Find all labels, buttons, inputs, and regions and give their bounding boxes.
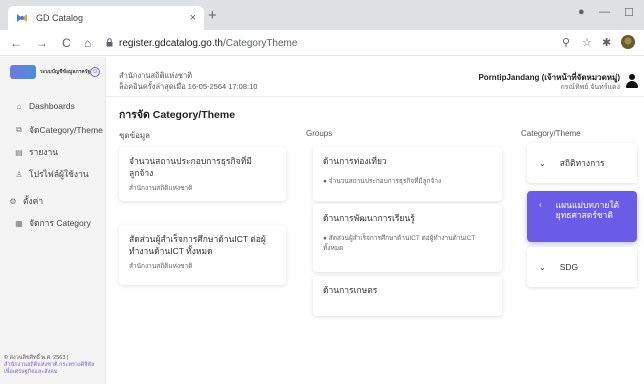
site-favicon-icon (16, 12, 28, 24)
column-header-groups: Groups (306, 129, 333, 138)
last-login: ล็อคอินครั้งล่าสุดเมื่อ 16-05-2564 17:08… (119, 82, 258, 91)
url-path: /CategoryTheme (222, 37, 298, 49)
user-info[interactable]: PorntipJandang (เจ้าหน้าที่จัดหมวดหมู่) … (478, 73, 620, 93)
app-logo: ระบบบัญชีข้อมูลภาครัฐ ⊙ (10, 65, 100, 79)
url-field[interactable]: register.gdcatalog.go.th/CategoryTheme (106, 34, 526, 52)
sidebar-section-settings[interactable]: ⚙ ตั้งค่า (8, 194, 43, 208)
column-header-categories: Category/Theme (521, 129, 581, 138)
org-name: สำนักงานสถิติแห่งชาติ (119, 71, 193, 80)
home-button[interactable]: ⌂ (84, 36, 91, 50)
group-title: ด้านการเกษตร (323, 285, 378, 295)
sidebar-item-label: Dashboards (29, 101, 75, 111)
chevron-left-icon: ‹ (539, 200, 542, 209)
group-item: ● สัดส่วนผู้สำเร็จการศึกษาด้านICT ต่อผู้… (323, 235, 476, 252)
lock-icon (106, 37, 113, 49)
group-title: ด้านการพัฒนาการเรียนรู้ (323, 213, 415, 223)
category-card-sdg[interactable]: ⌄ SDG (527, 247, 637, 287)
tab-close-icon[interactable]: × (190, 12, 196, 24)
sidebar-item-report[interactable]: ▤ รายงาน (14, 145, 58, 159)
page-title: การจัด Category/Theme (119, 109, 236, 121)
report-icon: ▤ (15, 147, 23, 157)
minimize-button[interactable]: — (599, 6, 610, 18)
category-card-official-stats[interactable]: ⌄ สถิติทางการ (527, 143, 637, 183)
chevron-down-icon: ⌄ (539, 158, 546, 168)
sidebar-item-label: จัดการ Category (29, 218, 91, 228)
sidebar-item-category-theme[interactable]: ⧉ จัดCategory/Theme (14, 123, 103, 137)
footer-copyright: © สงวนลิขสิทธิ์ พ.ศ. 2563 | (4, 355, 69, 361)
home-icon: ⌂ (16, 101, 22, 111)
tab-title: GD Catalog (36, 13, 84, 23)
dataset-title: สัดส่วนผู้สำเร็จการศึกษาด้านICT ต่อผู้ทำ… (129, 234, 266, 256)
top-bar: สำนักงานสถิติแห่งชาติ ล็อคอินครั้งล่าสุด… (106, 57, 644, 97)
category-card-national-strategy[interactable]: ‹ แผนแม่บทภายใต้ยุทธศาสตร์ชาติ (527, 191, 637, 242)
main-content: สำนักงานสถิติแห่งชาติ ล็อคอินครั้งล่าสุด… (106, 57, 644, 384)
browser-tab-strip: GD Catalog × + ● — ☐ (0, 0, 644, 30)
category-label: สถิติทางการ (559, 158, 605, 168)
user-name: PorntipJandang (เจ้าหน้าที่จัดหมวดหมู่) (478, 73, 620, 82)
sidebar-item-manage-category[interactable]: ▦ จัดการ Category (14, 216, 91, 230)
avatar-icon[interactable] (626, 74, 638, 88)
sidebar-item-label: รายงาน (29, 147, 59, 157)
extensions-icon[interactable]: ✱ (602, 37, 611, 49)
sidebar-item-label: จัดCategory/Theme (29, 125, 103, 135)
gear-icon: ⚙ (9, 196, 17, 206)
app-root: ระบบบัญชีข้อมูลภาครัฐ ⊙ ⌂ Dashboards ⧉ จ… (0, 57, 644, 384)
dataset-card[interactable]: จำนวนสถานประกอบการธุรกิจที่มีลูกจ้าง สำน… (119, 147, 286, 201)
footer-org-link[interactable]: สำนักงานสถิติแห่งชาติ กระทรวงดิจิทัลเพื่… (4, 362, 102, 376)
address-bar-row: ← → C ⌂ register.gdcatalog.go.th/Categor… (0, 30, 644, 56)
group-card[interactable]: ด้านการเกษตร (313, 276, 502, 316)
profile-avatar-icon[interactable] (621, 35, 635, 52)
account-circle-icon[interactable]: ● (578, 6, 585, 18)
user-icon: ♙ (15, 169, 23, 179)
sidebar-collapse-button[interactable]: ⊙ (90, 67, 100, 77)
dataset-title: จำนวนสถานประกอบการธุรกิจที่มีลูกจ้าง (129, 156, 252, 178)
back-button[interactable]: ← (10, 36, 22, 50)
zoom-icon[interactable]: ⚲ (562, 37, 570, 49)
sidebar-section-label: ตั้งค่า (23, 196, 44, 206)
category-label: แผนแม่บทภายใต้ยุทธศาสตร์ชาติ (555, 200, 620, 220)
browser-tab[interactable]: GD Catalog × (8, 6, 204, 30)
column-header-datasets: ชุดข้อมูล (119, 131, 151, 140)
dataset-card[interactable]: สัดส่วนผู้สำเร็จการศึกษาด้านICT ต่อผู้ทำ… (119, 225, 286, 285)
user-org: กรณ์ทิพย์ จันทร์แดง (560, 84, 620, 91)
category-label: SDG (559, 262, 579, 272)
org-info: สำนักงานสถิติแห่งชาติ ล็อคอินครั้งล่าสุด… (119, 70, 257, 92)
reload-button[interactable]: C (62, 36, 71, 50)
new-tab-button[interactable]: + (208, 8, 217, 24)
url-host: register.gdcatalog.go.th (119, 37, 223, 49)
group-card[interactable]: ด้านการพัฒนาการเรียนรู้ ● สัดส่วนผู้สำเร… (313, 204, 502, 272)
sidebar-item-label: โปรไฟล์ผู้ใช้งาน (29, 169, 89, 179)
logo-mark-icon (10, 65, 36, 79)
group-card[interactable]: ด้านการท่องเที่ยว ● จำนวนสถานประกอบการธุ… (313, 147, 502, 201)
maximize-button[interactable]: ☐ (624, 6, 634, 19)
chevron-down-icon: ⌄ (539, 262, 546, 272)
logo-text: ระบบบัญชีข้อมูลภาครัฐ (40, 69, 91, 75)
bookmark-star-icon[interactable]: ☆ (582, 37, 592, 49)
sidebar: ระบบบัญชีข้อมูลภาครัฐ ⊙ ⌂ Dashboards ⧉ จ… (0, 57, 106, 384)
dataset-org: สำนักงานสถิติแห่งชาติ (129, 263, 193, 270)
tag-icon: ⧉ (16, 125, 22, 134)
sidebar-item-profile[interactable]: ♙ โปรไฟล์ผู้ใช้งาน (14, 167, 89, 181)
sidebar-footer: © สงวนลิขสิทธิ์ พ.ศ. 2563 | สำนักงานสถิต… (4, 355, 102, 376)
group-title: ด้านการท่องเที่ยว (323, 156, 387, 166)
sidebar-item-dashboards[interactable]: ⌂ Dashboards (14, 101, 75, 111)
dataset-org: สำนักงานสถิติแห่งชาติ (129, 185, 193, 192)
group-item: ● จำนวนสถานประกอบการธุรกิจที่มีลูกจ้าง (323, 178, 442, 185)
forward-button[interactable]: → (36, 36, 48, 50)
grid-icon: ▦ (15, 218, 23, 228)
